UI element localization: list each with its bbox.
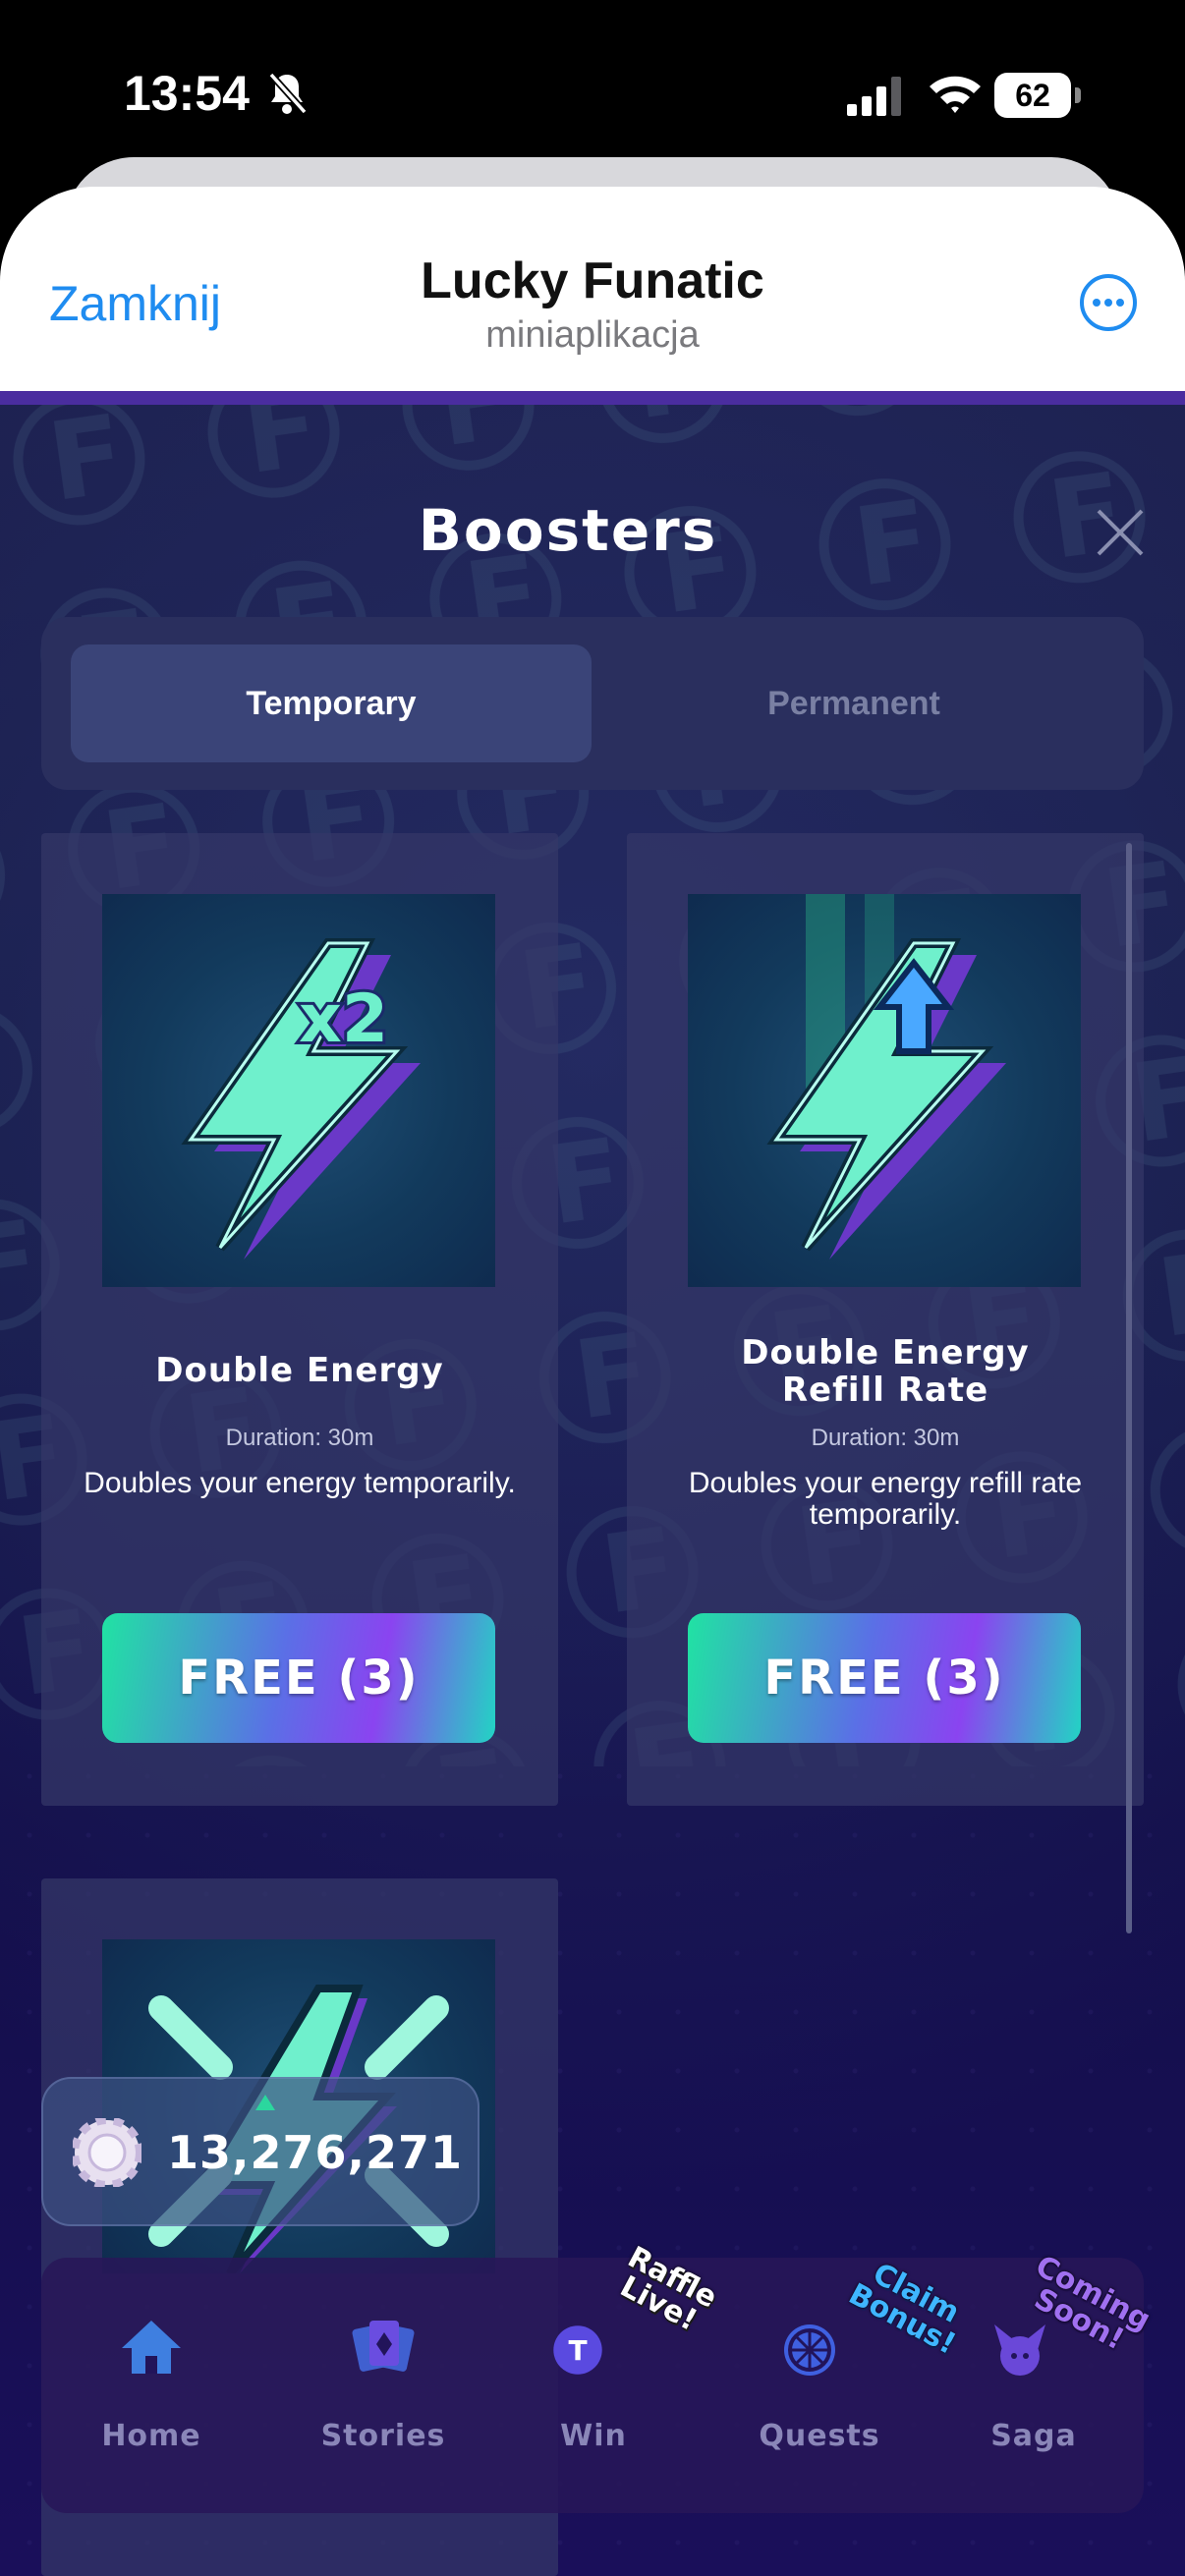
nav-label: Home xyxy=(101,2419,201,2453)
battery-level: 62 xyxy=(994,73,1071,118)
booster-tabs: Temporary Permanent xyxy=(41,617,1144,790)
quests-icon xyxy=(784,2324,835,2376)
app-subtitle: miniaplikacja xyxy=(485,314,700,356)
tab-temporary[interactable]: Temporary xyxy=(71,644,592,762)
bell-muted-icon xyxy=(268,72,308,115)
boosters-modal: Boosters Temporary Permanent x2 Double E… xyxy=(0,391,1185,2576)
booster-duration: Duration: 30m xyxy=(811,1425,960,1451)
balance-indicator-icon xyxy=(255,2095,275,2110)
status-bar: 13:54 62 xyxy=(0,0,1185,167)
status-time: 13:54 xyxy=(124,66,250,121)
modal-title: Boosters xyxy=(418,497,718,564)
nav-item-home[interactable]: Home xyxy=(53,2258,250,2513)
mini-app-header: Zamknij Lucky Funatic miniaplikacja xyxy=(0,187,1185,393)
booster-card-double-energy: x2 Double Energy Duration: 30m Doubles y… xyxy=(41,833,558,1806)
battery-icon: 62 xyxy=(994,73,1081,118)
nav-label: Win xyxy=(560,2419,627,2453)
nav-item-saga[interactable]: Saga Coming Soon! xyxy=(935,2249,1156,2513)
booster-name: Double Energy Refill Rate xyxy=(741,1333,1030,1410)
balance-value: 13,276,271 xyxy=(167,2126,464,2179)
nav-item-quests[interactable]: Quests Claim Bonus! xyxy=(721,2257,965,2513)
stories-icon xyxy=(352,2321,415,2372)
booster-description: Doubles your energy temporarily. xyxy=(84,1467,516,1499)
close-icon[interactable] xyxy=(1093,505,1148,560)
booster-duration: Duration: 30m xyxy=(225,1425,374,1451)
poker-chip-icon xyxy=(73,2118,141,2187)
win-icon: T xyxy=(553,2325,602,2375)
booster-description: Doubles your energy refill rate temporar… xyxy=(688,1467,1083,1531)
nav-label: Quests xyxy=(759,2419,880,2453)
lightning-bolt-icon: x2 xyxy=(181,938,421,1260)
tab-permanent[interactable]: Permanent xyxy=(593,644,1114,762)
svg-text:T: T xyxy=(568,2334,587,2367)
bottom-nav: Home Stories T Win Raffle Live! Quests C… xyxy=(41,2240,1157,2513)
double-refill-image xyxy=(688,894,1081,1287)
free-claim-button[interactable]: FREE (3) xyxy=(102,1613,495,1743)
more-options-icon[interactable] xyxy=(1079,273,1138,332)
nav-item-stories[interactable]: Stories xyxy=(285,2258,481,2513)
nav-label: Saga xyxy=(990,2419,1077,2453)
app-area: F Boosters Temporary Permanent xyxy=(0,391,1185,2576)
saga-icon xyxy=(994,2324,1045,2376)
booster-name: Double Energy xyxy=(155,1351,444,1390)
wifi-icon xyxy=(930,76,981,113)
nav-item-win[interactable]: T Win Raffle Live! xyxy=(495,2240,722,2513)
free-claim-button[interactable]: FREE (3) xyxy=(688,1613,1081,1743)
double-energy-image: x2 xyxy=(102,894,495,1287)
home-icon xyxy=(122,2321,181,2374)
lightning-arrow-icon xyxy=(766,894,1006,1260)
app-title: Lucky Funatic xyxy=(421,252,764,309)
svg-text:x2: x2 xyxy=(299,980,388,1058)
nav-label: Stories xyxy=(320,2419,446,2453)
scrollbar[interactable] xyxy=(1126,843,1132,1933)
booster-card-double-refill: Double Energy Refill Rate Duration: 30m … xyxy=(627,833,1144,1806)
coin-balance: 13,276,271 xyxy=(41,2077,480,2226)
cellular-signal-icon xyxy=(847,77,901,116)
